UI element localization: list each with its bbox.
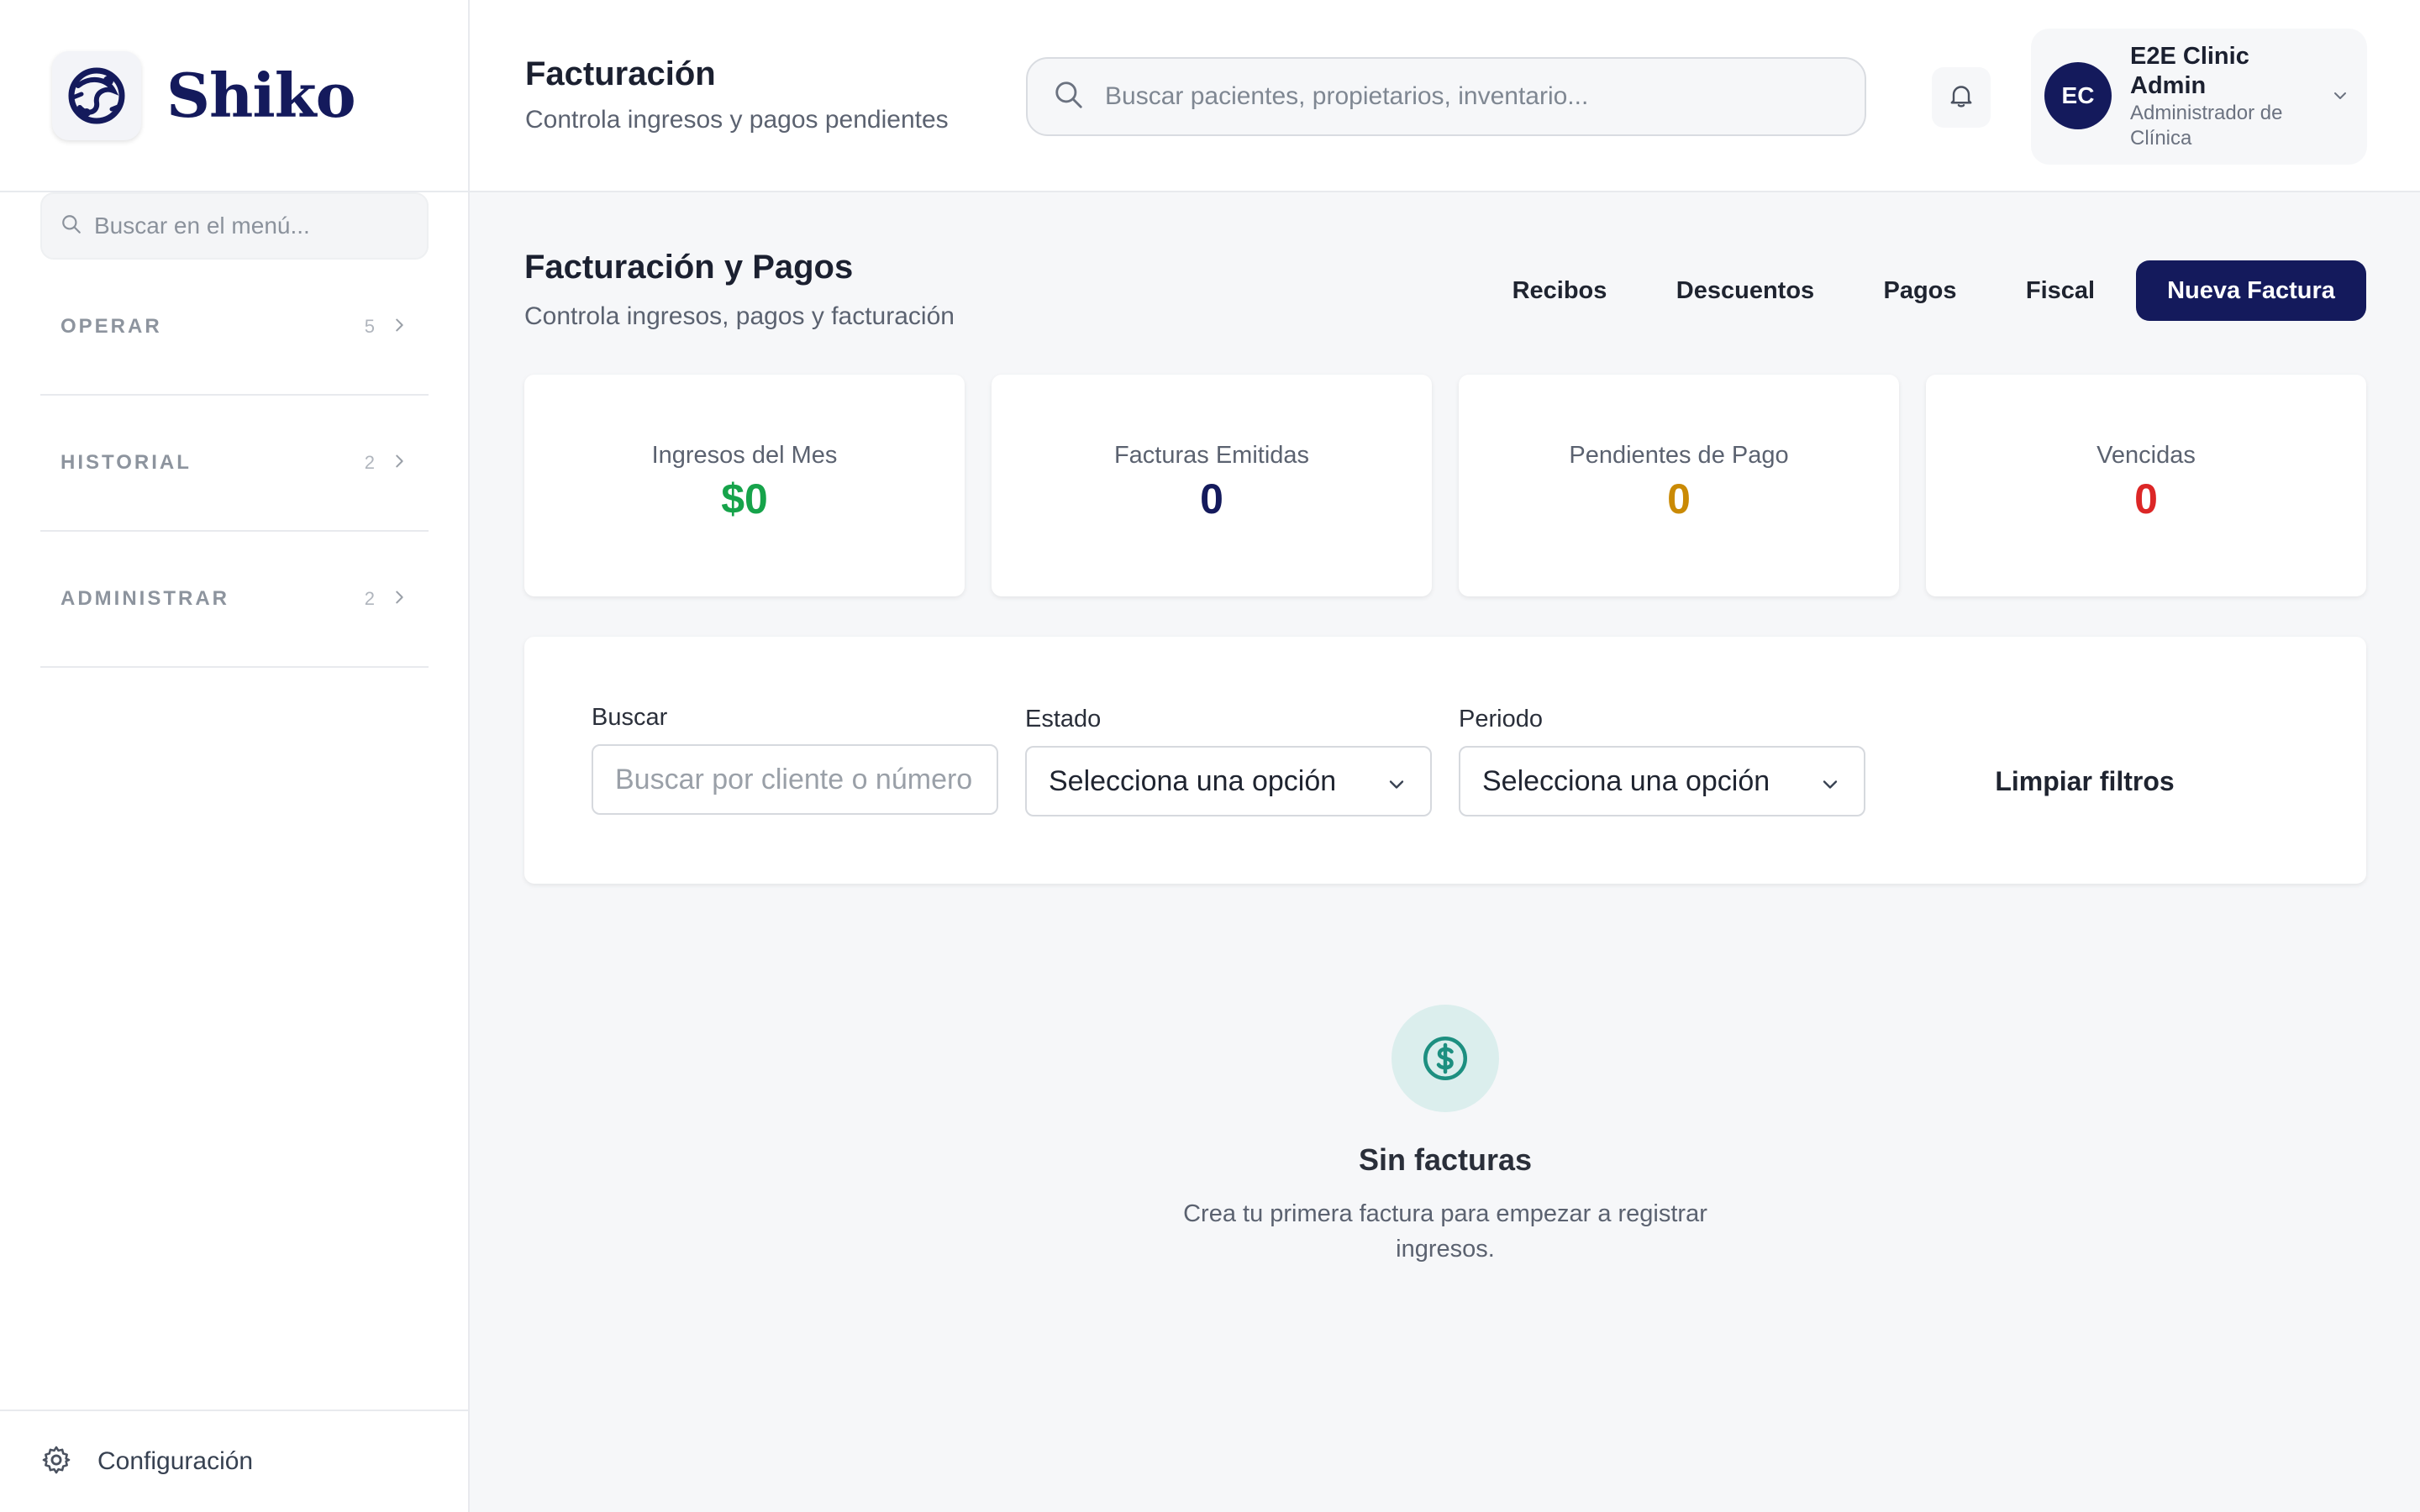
settings-link[interactable]: Configuración [0,1410,468,1512]
sidebar: Shiko OPERAR 5 HISTORIAL 2 ADMINISTRAR 2… [0,0,470,1512]
global-search[interactable] [1026,57,1866,136]
chevron-down-icon [2330,86,2350,110]
page-subtitle: Controla ingresos, pagos y facturación [524,302,955,330]
status-select-value: Selecciona una opción [1049,764,1337,797]
tab-recibos[interactable]: Recibos [1492,260,1627,321]
brand[interactable]: Shiko [0,0,468,192]
invoice-search-input[interactable] [592,744,998,815]
top-header: Facturación Controla ingresos y pagos pe… [470,0,2420,192]
clear-filters-button[interactable]: Limpiar filtros [1919,746,2250,816]
empty-state-title: Sin facturas [1358,1142,1533,1177]
status-select[interactable]: Selecciona una opción [1025,746,1432,816]
sidebar-section-label: HISTORIAL [60,451,192,474]
menu-search-input[interactable] [94,213,413,239]
stat-card-ingresos: Ingresos del Mes $0 [524,375,965,596]
stat-card-vencidas: Vencidas 0 [1926,375,2366,596]
brand-name: Shiko [166,60,356,131]
chevron-down-icon [1385,771,1408,804]
search-icon [60,213,82,239]
header-title: Facturación [525,55,716,92]
new-invoice-button[interactable]: Nueva Factura [2136,260,2366,321]
sidebar-section-label: ADMINISTRAR [60,587,229,610]
chevron-right-icon [390,316,408,339]
period-filter-label: Periodo [1459,706,1543,732]
filters-panel: Buscar Estado Selecciona una opción Peri… [524,637,2366,884]
stat-label: Pendientes de Pago [1569,442,1789,469]
sidebar-section-historial[interactable]: HISTORIAL 2 [40,396,429,532]
search-icon [1053,79,1085,115]
avatar: EC [2044,62,2112,129]
stat-value: $0 [721,475,768,522]
user-menu[interactable]: EC E2E Clinic Admin Administrador de Clí… [2031,29,2367,165]
dragon-logo-icon [52,50,141,140]
header-subtitle: Controla ingresos y pagos pendientes [525,106,949,134]
user-role: Administrador de Clínica [2130,102,2283,150]
notifications-button[interactable] [1932,67,1991,128]
sidebar-section-count: 2 [364,588,375,609]
bell-icon [1946,81,1976,115]
page-title: Facturación y Pagos [524,249,854,286]
status-filter-label: Estado [1025,706,1102,732]
stat-value: 0 [1200,475,1223,522]
sidebar-section-administrar[interactable]: ADMINISTRAR 2 [40,532,429,668]
tab-descuentos[interactable]: Descuentos [1659,260,1832,321]
chevron-right-icon [390,452,408,475]
chevron-down-icon [1818,771,1842,804]
period-select-value: Selecciona una opción [1482,764,1770,797]
stat-label: Facturas Emitidas [1113,442,1310,469]
sidebar-section-count: 2 [364,452,375,473]
sidebar-section-operar[interactable]: OPERAR 5 [40,260,429,396]
sidebar-section-label: OPERAR [60,315,162,338]
user-name: E2E Clinic Admin [2130,43,2249,99]
global-search-input[interactable] [1105,82,1844,111]
chevron-right-icon [390,588,408,611]
sidebar-section-count: 5 [364,316,375,337]
stat-value: 0 [2134,475,2158,522]
stat-card-facturas: Facturas Emitidas 0 [992,375,1432,596]
period-select[interactable]: Selecciona una opción [1459,746,1865,816]
tab-fiscal[interactable]: Fiscal [2008,260,2112,321]
stat-card-pendientes: Pendientes de Pago 0 [1459,375,1899,596]
stat-label: Vencidas [2096,442,2196,469]
tab-pagos[interactable]: Pagos [1864,260,1976,321]
stat-label: Ingresos del Mes [651,442,838,469]
search-filter-label: Buscar [592,704,668,731]
settings-label: Configuración [97,1447,254,1475]
stat-value: 0 [1667,475,1691,522]
menu-search[interactable] [40,192,429,260]
dollar-icon [1392,1005,1499,1112]
empty-state-message: Crea tu primera factura para empezar a r… [1183,1200,1707,1263]
gear-icon [40,1444,72,1480]
